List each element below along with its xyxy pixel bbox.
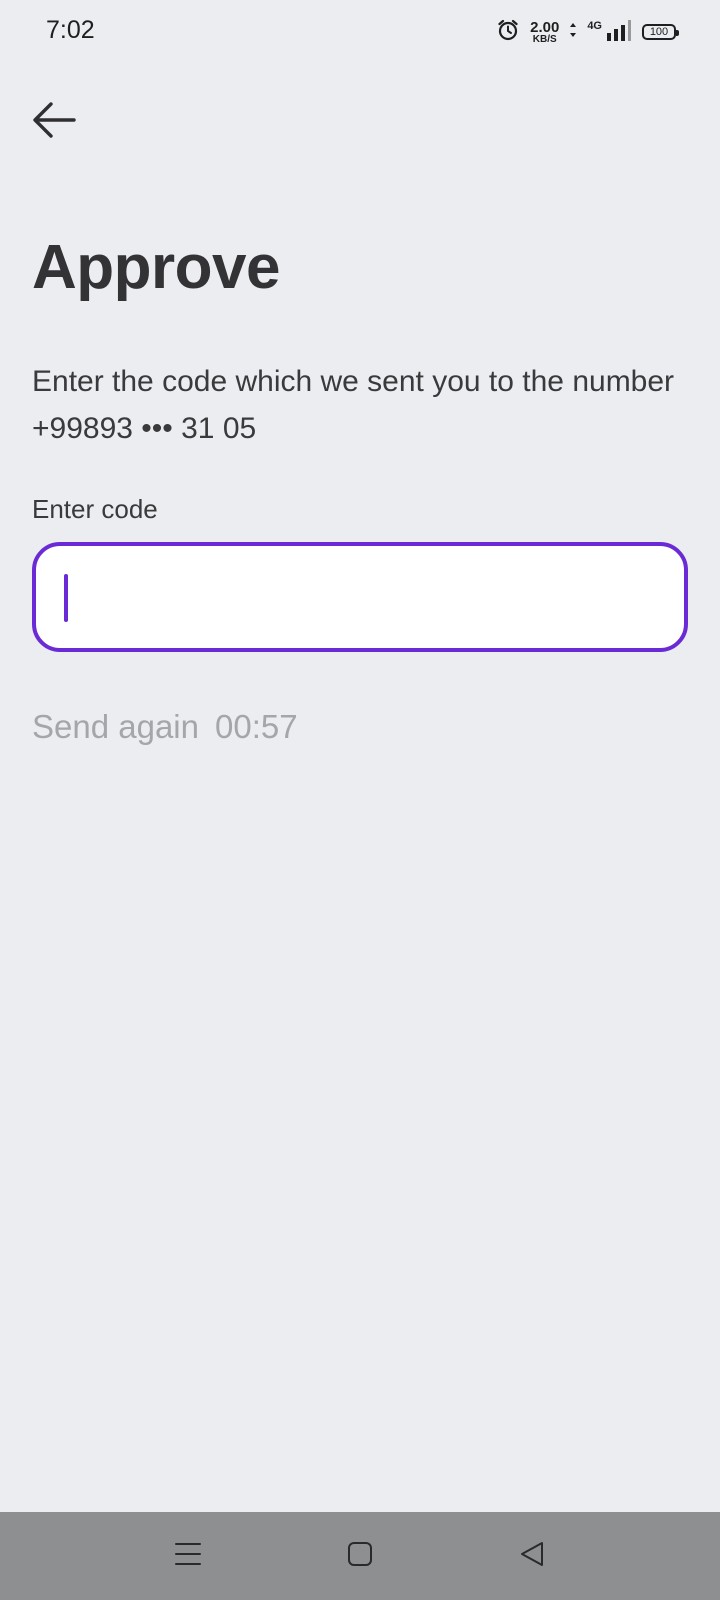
battery-icon: 100 xyxy=(642,24,679,40)
recent-apps-button[interactable] xyxy=(164,1532,212,1580)
arrow-left-icon xyxy=(31,100,77,145)
status-time: 7:02 xyxy=(46,16,95,44)
home-button[interactable] xyxy=(336,1532,384,1580)
navigation-bar xyxy=(0,1512,720,1600)
alarm-icon xyxy=(496,18,520,47)
data-arrows-icon xyxy=(569,22,577,43)
code-field-label: Enter code xyxy=(32,494,158,524)
description-text: Enter the code which we sent you to the … xyxy=(32,365,675,398)
status-bar: 7:02 2.00 KB/S 4G 100 xyxy=(0,0,720,64)
page-title: Approve xyxy=(32,233,280,302)
network-type: 4G xyxy=(587,20,602,32)
code-sent-description: Enter the code which we sent you to the … xyxy=(32,358,692,452)
send-again-button[interactable]: Send again 00:57 xyxy=(32,708,298,746)
home-square-icon xyxy=(347,1541,373,1572)
send-again-timer: 00:57 xyxy=(214,708,298,745)
back-button[interactable] xyxy=(28,96,80,148)
back-nav-button[interactable] xyxy=(508,1532,556,1580)
signal-icon xyxy=(606,19,632,46)
network-speed-unit: KB/S xyxy=(532,33,557,45)
status-icons: 2.00 KB/S 4G 100 xyxy=(496,17,679,47)
code-input[interactable] xyxy=(36,546,684,648)
send-again-label: Send again xyxy=(32,708,199,745)
code-input-container[interactable] xyxy=(32,542,688,652)
network-speed-value: 2.00 xyxy=(530,18,560,36)
network-speed: 2.00 KB/S xyxy=(530,20,559,45)
back-triangle-icon xyxy=(519,1540,545,1573)
battery-level: 100 xyxy=(649,26,669,38)
text-cursor xyxy=(64,574,68,622)
menu-icon xyxy=(174,1541,202,1572)
masked-phone-number: +99893 ••• 31 05 xyxy=(32,412,257,445)
